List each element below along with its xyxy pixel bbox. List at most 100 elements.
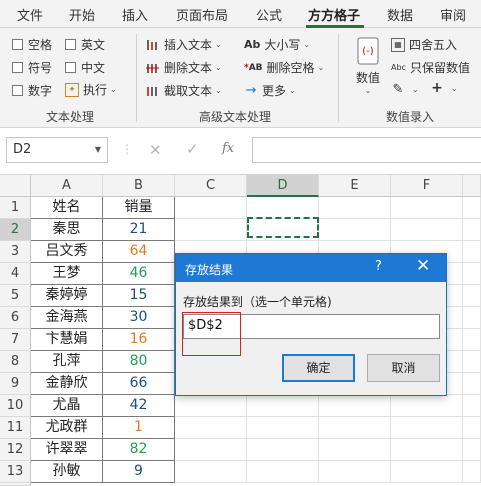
- tab-fangfang[interactable]: 方方格子: [308, 5, 360, 24]
- select-all-corner[interactable]: [0, 175, 31, 197]
- row-header[interactable]: 10: [0, 395, 31, 417]
- execute-button[interactable]: ✦ 执行 ⌄: [65, 81, 117, 98]
- tab-file[interactable]: 文件: [17, 5, 43, 24]
- checkbox-box[interactable]: [65, 62, 76, 73]
- row-header[interactable]: 11: [0, 417, 31, 439]
- cell[interactable]: [463, 373, 481, 395]
- cell-name[interactable]: 许翠翠: [31, 439, 103, 461]
- cell[interactable]: [319, 395, 391, 417]
- name-box[interactable]: D2 ▼: [6, 137, 108, 163]
- cell-name[interactable]: 孙敏: [31, 461, 103, 483]
- cell-name[interactable]: 秦婷婷: [31, 285, 103, 307]
- column-header-b[interactable]: B: [103, 175, 175, 197]
- insert-function-icon[interactable]: fx: [222, 141, 234, 156]
- checkbox-english[interactable]: 英文: [65, 36, 105, 53]
- column-header-d[interactable]: D: [247, 175, 319, 197]
- tab-page-layout[interactable]: 页面布局: [176, 5, 228, 24]
- close-icon[interactable]: ✕: [416, 256, 430, 276]
- row-header[interactable]: 3: [0, 241, 31, 263]
- delete-space-button[interactable]: * AB 删除空格 ⌄: [244, 59, 324, 76]
- cell[interactable]: [319, 219, 391, 241]
- case-button[interactable]: Ab 大小写 ⌄: [244, 36, 310, 53]
- column-header-c[interactable]: C: [175, 175, 247, 197]
- tab-formulas[interactable]: 公式: [256, 5, 282, 24]
- cell[interactable]: [391, 219, 463, 241]
- checkbox-box[interactable]: [12, 85, 23, 96]
- cell[interactable]: [463, 417, 481, 439]
- cell-name[interactable]: 卞慧娟: [31, 329, 103, 351]
- ok-button[interactable]: 确定: [282, 354, 355, 382]
- row-header[interactable]: 9: [0, 373, 31, 395]
- cell[interactable]: [319, 439, 391, 461]
- checkbox-chinese[interactable]: 中文: [65, 59, 105, 76]
- cell-sales[interactable]: 46: [103, 263, 175, 285]
- cancel-icon[interactable]: ✕: [149, 141, 162, 159]
- cell-sales[interactable]: 66: [103, 373, 175, 395]
- cell-name[interactable]: 金海燕: [31, 307, 103, 329]
- column-header-f[interactable]: F: [391, 175, 463, 197]
- row-header[interactable]: 4: [0, 263, 31, 285]
- cell-sales[interactable]: 64: [103, 241, 175, 263]
- cell[interactable]: [175, 461, 247, 483]
- cell[interactable]: [463, 285, 481, 307]
- column-header-g[interactable]: [463, 175, 481, 197]
- edit-dropdown-button[interactable]: ✎ ⌄: [391, 82, 419, 97]
- plus-dropdown-button[interactable]: + ⌄: [430, 80, 458, 96]
- extract-text-button[interactable]: 截取文本 ⌄: [146, 82, 222, 99]
- checkbox-space[interactable]: 空格: [12, 36, 52, 53]
- row-header[interactable]: 6: [0, 307, 31, 329]
- cell-sales[interactable]: 30: [103, 307, 175, 329]
- cell[interactable]: [175, 197, 247, 219]
- row-header[interactable]: 8: [0, 351, 31, 373]
- cell[interactable]: [463, 439, 481, 461]
- enter-icon[interactable]: ✓: [186, 140, 199, 158]
- insert-text-button[interactable]: 插入文本 ⌄: [146, 36, 222, 53]
- column-header-e[interactable]: E: [319, 175, 391, 197]
- column-header-a[interactable]: A: [31, 175, 103, 197]
- cell[interactable]: [247, 395, 319, 417]
- cell-sales[interactable]: 15: [103, 285, 175, 307]
- help-icon[interactable]: ?: [375, 259, 382, 274]
- cell[interactable]: [463, 395, 481, 417]
- cell[interactable]: [463, 461, 481, 483]
- row-header[interactable]: 1: [0, 197, 31, 219]
- tab-home[interactable]: 开始: [69, 5, 95, 24]
- row-header[interactable]: 2: [0, 219, 31, 241]
- tab-insert[interactable]: 插入: [122, 5, 148, 24]
- cell[interactable]: [247, 439, 319, 461]
- cell[interactable]: [463, 197, 481, 219]
- cell[interactable]: [391, 197, 463, 219]
- cell[interactable]: [463, 219, 481, 241]
- numeric-big-button[interactable]: (-) 数值 ⌄: [349, 34, 387, 95]
- cell-sales[interactable]: 1: [103, 417, 175, 439]
- cell-name[interactable]: 孔萍: [31, 351, 103, 373]
- cell[interactable]: [319, 461, 391, 483]
- cell[interactable]: [175, 395, 247, 417]
- row-header[interactable]: 5: [0, 285, 31, 307]
- checkbox-box[interactable]: [65, 39, 76, 50]
- chevron-down-icon[interactable]: ▼: [95, 145, 101, 154]
- row-header[interactable]: 13: [0, 461, 31, 483]
- cell[interactable]: [463, 241, 481, 263]
- cell[interactable]: [463, 329, 481, 351]
- round-button[interactable]: ▦ 四舍五入: [391, 36, 457, 53]
- keep-number-button[interactable]: Abc 只保留数值: [391, 59, 470, 76]
- cell-name[interactable]: 秦思: [31, 219, 103, 241]
- cell[interactable]: [463, 263, 481, 285]
- checkbox-symbol[interactable]: 符号: [12, 59, 52, 76]
- cell[interactable]: [463, 307, 481, 329]
- more-button[interactable]: → 更多 ⌄: [244, 82, 296, 99]
- checkbox-number[interactable]: 数字: [12, 82, 52, 99]
- cell[interactable]: [463, 351, 481, 373]
- cell-sales[interactable]: 21: [103, 219, 175, 241]
- row-header[interactable]: 7: [0, 329, 31, 351]
- cell[interactable]: [391, 417, 463, 439]
- cell[interactable]: [391, 461, 463, 483]
- cell-sales[interactable]: 销量: [103, 197, 175, 219]
- tab-review[interactable]: 审阅: [440, 5, 466, 24]
- cell-sales[interactable]: 82: [103, 439, 175, 461]
- cell[interactable]: [175, 219, 247, 241]
- cell[interactable]: [319, 417, 391, 439]
- checkbox-box[interactable]: [12, 62, 23, 73]
- cell[interactable]: [175, 439, 247, 461]
